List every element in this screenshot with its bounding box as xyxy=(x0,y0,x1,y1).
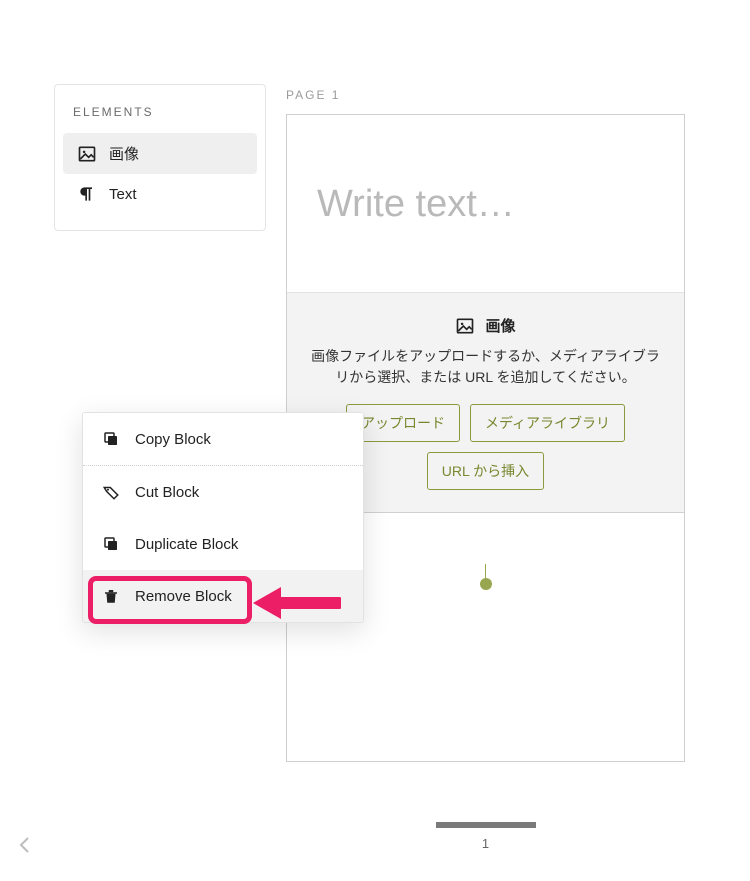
sidebar-item-text[interactable]: Text xyxy=(63,174,257,214)
text-placeholder[interactable]: Write text… xyxy=(317,183,515,226)
page-header-label: PAGE 1 xyxy=(286,88,340,102)
menu-item-label: Cut Block xyxy=(135,484,199,501)
duplicate-icon xyxy=(101,534,121,554)
image-icon xyxy=(77,144,97,164)
elements-panel-title: ELEMENTS xyxy=(55,85,265,133)
image-icon xyxy=(455,316,475,336)
pager-current: 1 xyxy=(482,836,489,851)
paragraph-icon xyxy=(77,184,97,204)
menu-item-label: Duplicate Block xyxy=(135,536,238,553)
block-context-menu: Copy Block Cut Block Duplicate Block xyxy=(82,412,364,623)
image-block-title: 画像 xyxy=(485,315,515,336)
image-block-header: 画像 xyxy=(303,315,668,336)
add-dot-icon xyxy=(480,578,492,590)
menu-item-duplicate-block[interactable]: Duplicate Block xyxy=(83,518,363,570)
menu-item-copy-block[interactable]: Copy Block xyxy=(83,413,363,466)
menu-item-remove-block[interactable]: Remove Block xyxy=(83,570,363,622)
menu-item-label: Copy Block xyxy=(135,431,211,448)
prev-page-button[interactable] xyxy=(18,836,32,854)
tag-icon xyxy=(101,482,121,502)
pager: 1 xyxy=(286,822,685,851)
image-block-description: 画像ファイルをアップロードするか、メディアライブラリから選択、または URL を… xyxy=(303,346,668,388)
elements-panel: ELEMENTS 画像 Text xyxy=(54,84,266,231)
sidebar-item-label: 画像 xyxy=(109,143,139,164)
copy-icon xyxy=(101,429,121,449)
from-url-button[interactable]: URL から挿入 xyxy=(427,452,544,490)
pager-thumb[interactable] xyxy=(436,822,536,828)
menu-item-label: Remove Block xyxy=(135,588,232,605)
media-library-button[interactable]: メディアライブラリ xyxy=(470,404,625,442)
trash-icon xyxy=(101,586,121,606)
menu-item-cut-block[interactable]: Cut Block xyxy=(83,466,363,518)
sidebar-item-label: Text xyxy=(109,186,137,203)
sidebar-item-image[interactable]: 画像 xyxy=(63,133,257,174)
